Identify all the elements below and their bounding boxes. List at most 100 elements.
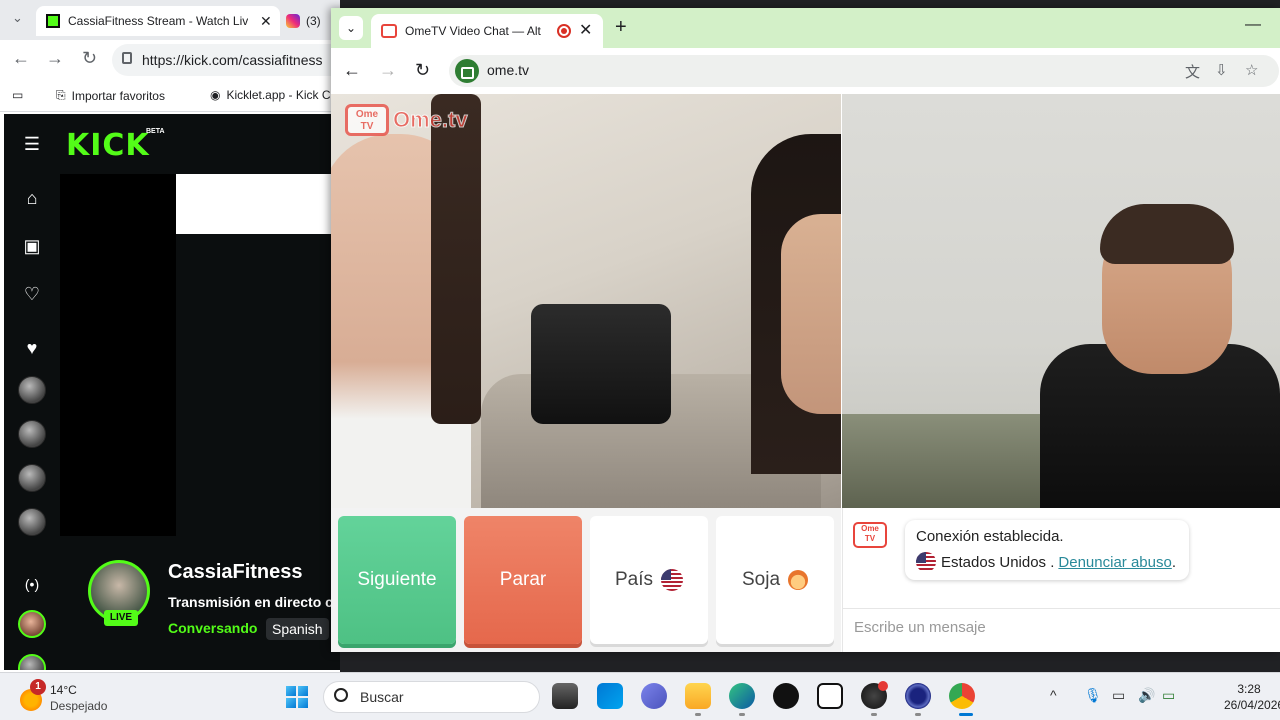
forward-arrow-icon[interactable]: →: [379, 60, 397, 81]
edge-icon[interactable]: [729, 683, 755, 709]
browse-icon[interactable]: ▣: [20, 234, 44, 258]
back-arrow-icon[interactable]: ←: [12, 48, 30, 69]
recommended-channel-avatar[interactable]: [18, 654, 46, 670]
volume-icon[interactable]: 🔊: [1138, 687, 1155, 704]
task-view-icon[interactable]: [552, 683, 578, 709]
stream-player[interactable]: [60, 174, 340, 536]
recording-indicator-icon: [878, 681, 888, 691]
taskbar-search-box[interactable]: Buscar: [323, 681, 540, 713]
home-icon[interactable]: ⌂: [20, 186, 44, 210]
ometv-chat-logo-icon: Ome TV: [853, 522, 887, 548]
following-heart-outline-icon[interactable]: ♡: [20, 282, 44, 306]
network-icon[interactable]: ▭: [1112, 687, 1125, 704]
bg-tab-kick[interactable]: CassiaFitness Stream - Watch Live ✕: [36, 6, 280, 36]
microsoft-store-icon[interactable]: [597, 683, 623, 709]
recommended-channel-avatar[interactable]: [18, 610, 46, 638]
control-buttons: Siguiente Parar País Soja: [331, 508, 841, 652]
back-arrow-icon[interactable]: ←: [343, 60, 361, 81]
clock-date: 26/04/2026: [1224, 698, 1280, 712]
report-abuse-link[interactable]: Denunciar abuso: [1058, 554, 1171, 571]
show-hidden-icons-chevron-icon[interactable]: ^: [1050, 687, 1057, 703]
country-button[interactable]: País: [590, 516, 708, 644]
close-icon[interactable]: ✕: [579, 20, 592, 40]
bookmark-star-icon[interactable]: ☆: [1245, 61, 1258, 79]
stop-button[interactable]: Parar: [464, 516, 582, 644]
streamer-name[interactable]: CassiaFitness: [168, 561, 303, 584]
next-button[interactable]: Siguiente: [338, 516, 456, 644]
tab-search-chevron-icon[interactable]: ⌄: [339, 16, 363, 40]
search-icon: [334, 688, 348, 702]
background-browser-window[interactable]: ⌄ CassiaFitness Stream - Watch Live ✕ (3…: [0, 0, 340, 672]
stream-language-tag[interactable]: Spanish: [266, 618, 329, 640]
translate-icon[interactable]: 文: [1185, 61, 1200, 82]
lock-icon: [122, 52, 132, 64]
followed-channel-avatar[interactable]: [18, 420, 46, 448]
windows-start-icon[interactable]: [286, 686, 308, 708]
tiktok-icon[interactable]: [773, 683, 799, 709]
fg-tab-ometv[interactable]: OmeTV Video Chat — Alter ✕: [371, 14, 603, 48]
fg-url-text: ome.tv: [487, 62, 530, 78]
ometv-watermark: Ome TV Ome.tv: [345, 104, 468, 136]
reload-icon[interactable]: ↻: [82, 48, 97, 69]
stream-category[interactable]: Conversando: [168, 620, 257, 636]
live-badge: LIVE: [104, 610, 138, 626]
new-tab-plus-icon[interactable]: +: [615, 16, 627, 39]
us-flag-icon: [916, 552, 936, 572]
hamburger-menu-icon[interactable]: ☰: [20, 132, 44, 156]
capcut-icon[interactable]: [817, 683, 843, 709]
chat-panel: Ome TV Conexión establecida. Estados Unid…: [842, 508, 1280, 652]
fg-tab-title: OmeTV Video Chat — Alter: [405, 24, 541, 38]
reload-icon[interactable]: ↻: [415, 60, 430, 81]
weather-description: Despejado: [50, 699, 108, 713]
followed-channel-avatar[interactable]: [18, 376, 46, 404]
system-clock[interactable]: 3:28 26/04/2026: [1224, 681, 1280, 713]
bookmark-kicklet[interactable]: ◉ Kicklet.app - Kick C: [210, 88, 331, 102]
stream-screen-capture-kick: [176, 234, 340, 536]
forward-arrow-icon[interactable]: →: [46, 48, 64, 69]
us-flag-icon: [661, 569, 684, 591]
stream-title: Transmisión en directo c: [168, 594, 333, 610]
file-explorer-icon[interactable]: [685, 683, 711, 709]
bg-tab2-title: (3): [306, 14, 321, 28]
chrome-icon[interactable]: [949, 683, 975, 709]
ometv-brand-text: Ome.tv: [393, 107, 469, 133]
camera-site-icon: [455, 59, 479, 83]
watermark-top: Ome: [355, 109, 379, 120]
kicklet-icon: ◉: [210, 88, 221, 102]
ometv-tv-icon: Ome TV: [345, 104, 389, 136]
kick-beta-badge: BETA: [146, 128, 165, 135]
ometv-favicon-icon: [381, 24, 397, 38]
install-app-icon[interactable]: ⇩: [1215, 61, 1228, 79]
gender-button[interactable]: Soja: [716, 516, 834, 644]
kick-logo[interactable]: KICK: [66, 128, 150, 163]
bookmarks-menu-icon[interactable]: ▭: [12, 88, 23, 102]
taskbar-search-placeholder: Buscar: [360, 689, 404, 705]
bg-tab-instagram[interactable]: (3): [286, 6, 321, 36]
following-heart-icon[interactable]: ♥: [20, 336, 44, 360]
teams-icon[interactable]: [641, 683, 667, 709]
kick-page: ☰ KICK BETA ⌂ ▣ ♡ ♥ (•) LIVE CassiaFitne…: [4, 114, 340, 670]
watermark-bottom: TV: [360, 121, 374, 132]
microphone-icon[interactable]: 🎙: [1084, 687, 1102, 704]
bg-address-bar: ← → ↻ https://kick.com/cassiafitness: [0, 40, 340, 80]
followed-channel-avatar[interactable]: [18, 464, 46, 492]
bg-url-field[interactable]: https://kick.com/cassiafitness: [112, 44, 340, 76]
bookmark-import[interactable]: ⎘ Importar favoritos: [56, 88, 165, 103]
tab-list-icon[interactable]: ⌄: [12, 10, 23, 26]
ometv-browser-window[interactable]: ⌄ OmeTV Video Chat — Alter ✕ + — ← → ↻ o…: [331, 8, 1280, 652]
battery-icon[interactable]: ▭: [1162, 687, 1175, 704]
fg-tab-strip: ⌄ OmeTV Video Chat — Alter ✕ + —: [331, 8, 1280, 48]
stranger-country-line: Estados Unidos . Denunciar abuso.: [916, 552, 1176, 572]
close-icon[interactable]: ✕: [260, 13, 272, 30]
assistant-app-icon[interactable]: [905, 683, 931, 709]
fg-url-field[interactable]: ome.tv 文 ⇩ ☆: [449, 55, 1279, 87]
bookmarks-bar: ▭ ⎘ Importar favoritos ◉ Kicklet.app - Kic…: [0, 80, 340, 112]
live-broadcast-icon: (•): [24, 576, 40, 592]
chat-message-input[interactable]: Escribe un mensaje: [843, 608, 1280, 648]
bg-tab-title: CassiaFitness Stream - Watch Live: [68, 14, 248, 28]
minimize-icon[interactable]: —: [1245, 16, 1261, 34]
clock-time: 3:28: [1237, 682, 1261, 696]
import-icon: ⎘: [56, 88, 66, 102]
followed-channel-avatar[interactable]: [18, 508, 46, 536]
instagram-favicon-icon: [286, 14, 300, 28]
